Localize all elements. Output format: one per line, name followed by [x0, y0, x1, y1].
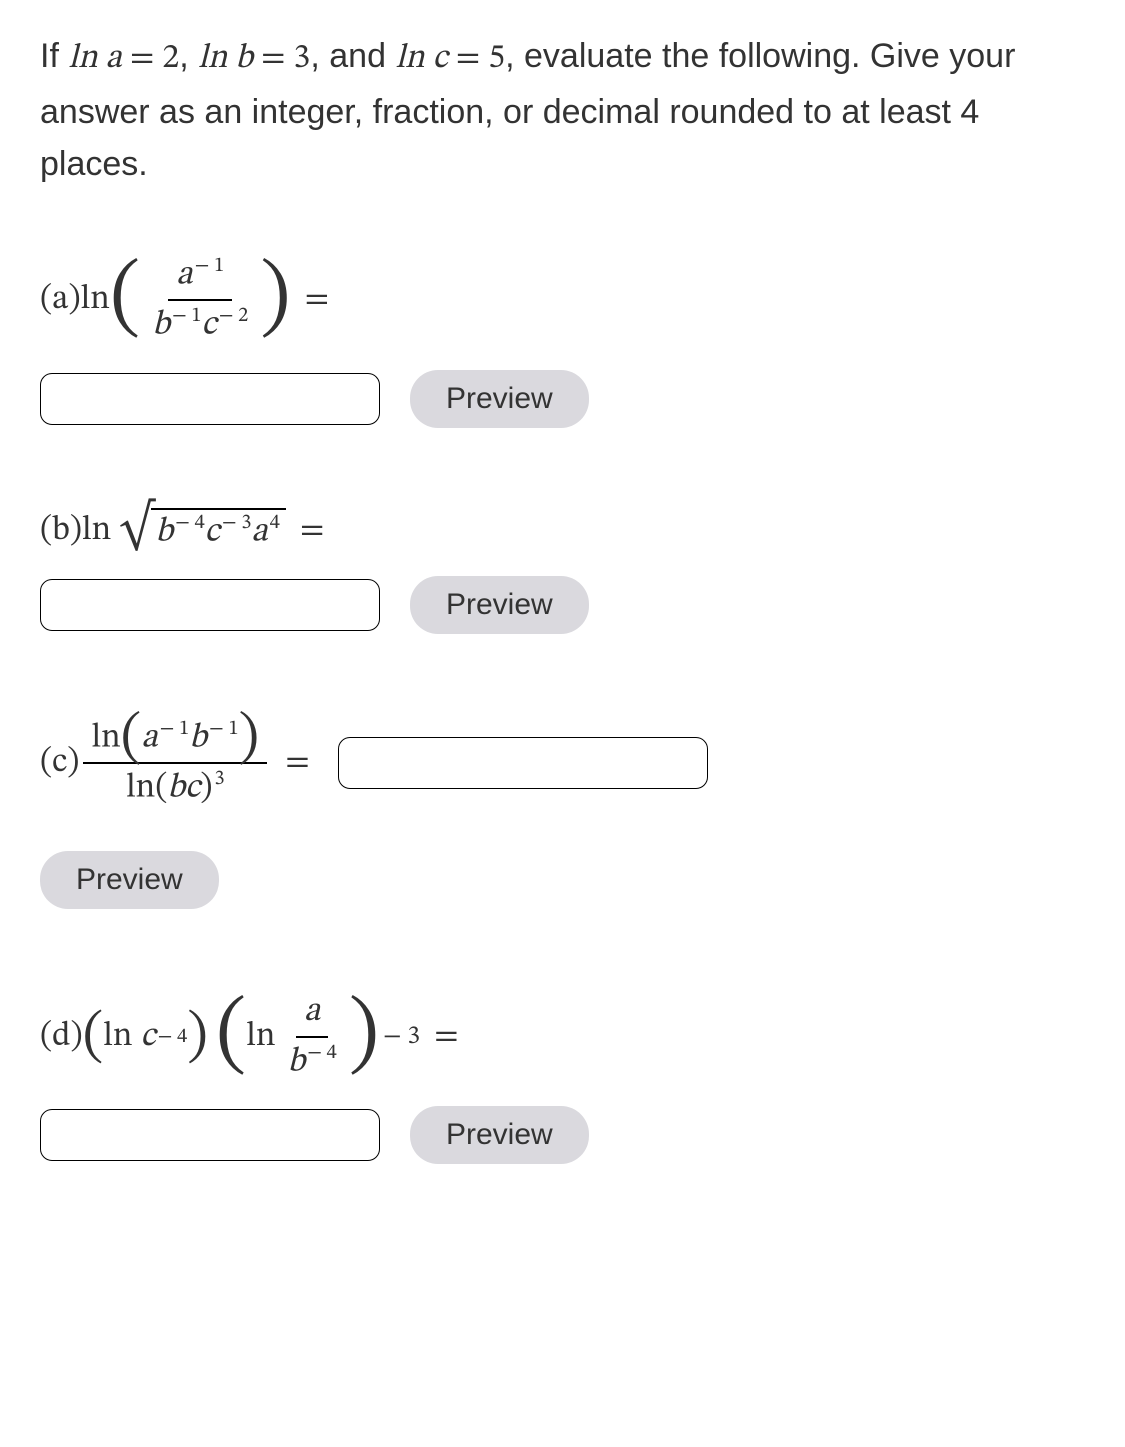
part-d-label: (d): [40, 1016, 83, 1059]
lnb-lhs: ln b: [198, 42, 253, 76]
den-c-exp: − 2: [219, 305, 249, 326]
outer-exp-d: − 3: [383, 1022, 420, 1053]
sep1: ,: [179, 37, 198, 75]
num-a-exp-c: − 1: [160, 718, 190, 739]
rparen-icon: ): [239, 709, 260, 767]
problem-statement: If ln a = 2, ln b = 3, and ln c = 5, eva…: [40, 30, 1085, 191]
ln2-d: ln: [246, 1016, 275, 1059]
den-bc: bc: [167, 772, 200, 806]
rad-a: a: [251, 515, 267, 549]
sep2: , and: [310, 37, 395, 75]
preview-button-d[interactable]: Preview: [410, 1106, 589, 1164]
equals-sign: =: [305, 279, 329, 322]
lna-lhs: ln a: [68, 42, 122, 76]
den-ln: ln: [126, 772, 155, 806]
rad-b-exp: − 4: [175, 512, 205, 533]
c-d: c: [140, 1016, 155, 1059]
lnb-rhs: 3: [294, 42, 311, 76]
part-b-label: (b): [40, 510, 82, 553]
frac-b-exp-d: − 4: [307, 1042, 337, 1063]
ln-text-b: ln: [82, 510, 111, 553]
rad-c: c: [205, 515, 220, 549]
num-exp: − 1: [195, 255, 225, 276]
part-b: (b) ln √ b− 4c− 3a4 = Preview: [40, 508, 1085, 634]
part-a-label: (a): [40, 279, 81, 322]
lnc-lhs: ln c: [395, 42, 447, 76]
num-b-exp-c: − 1: [209, 718, 239, 739]
fraction-a: a− 1 b− 1c− 2: [144, 251, 256, 350]
den-b: b: [152, 309, 170, 343]
preview-button-c[interactable]: Preview: [40, 851, 219, 909]
num-ln: ln: [91, 721, 120, 755]
equals-sign-d: =: [434, 1016, 458, 1059]
den-exp-c: 3: [214, 768, 224, 789]
lnc-rhs: 5: [488, 42, 505, 76]
c-exp-d: − 4: [158, 1024, 188, 1050]
equals-sign-b: =: [300, 510, 324, 553]
part-c: (c) ln(a− 1b− 1) ln(bc)3 = Preview: [40, 714, 1085, 909]
answer-input-d[interactable]: [40, 1109, 380, 1161]
frac-b-d: b: [287, 1045, 305, 1079]
lna-rhs: 2: [162, 42, 179, 76]
answer-input-a[interactable]: [40, 373, 380, 425]
rad-b: b: [155, 515, 173, 549]
den-b-exp: − 1: [172, 305, 202, 326]
preview-button-a[interactable]: Preview: [410, 370, 589, 428]
lnc-d: ln: [103, 1016, 132, 1059]
rad-c-exp: − 3: [222, 512, 252, 533]
answer-input-c[interactable]: [338, 737, 708, 789]
part-d: (d) ( ln c− 4 ) ( ln a b− 4 ) − 3 = Prev…: [40, 989, 1085, 1164]
answer-input-b[interactable]: [40, 579, 380, 631]
fraction-c: ln(a− 1b− 1) ln(bc)3: [83, 714, 267, 813]
frac-a-d: a: [304, 995, 320, 1029]
part-a: (a) ln ( a− 1 b− 1c− 2 ) = Preview: [40, 251, 1085, 428]
radical-icon: √: [119, 506, 154, 550]
ln-text: ln: [81, 279, 110, 322]
rad-a-exp: 4: [270, 512, 280, 533]
num-a-c: a: [141, 721, 157, 755]
fraction-d: a b− 4: [279, 989, 344, 1086]
sqrt-b: √ b− 4c− 3a4: [119, 508, 286, 556]
part-c-label: (c): [40, 742, 79, 785]
preview-button-b[interactable]: Preview: [410, 576, 589, 634]
num-base: a: [176, 258, 192, 292]
lparen-icon: (: [121, 709, 142, 767]
num-b-c: b: [189, 721, 207, 755]
den-c: c: [202, 309, 217, 343]
prefix-text: If: [40, 37, 68, 75]
equals-sign-c: =: [285, 742, 309, 785]
